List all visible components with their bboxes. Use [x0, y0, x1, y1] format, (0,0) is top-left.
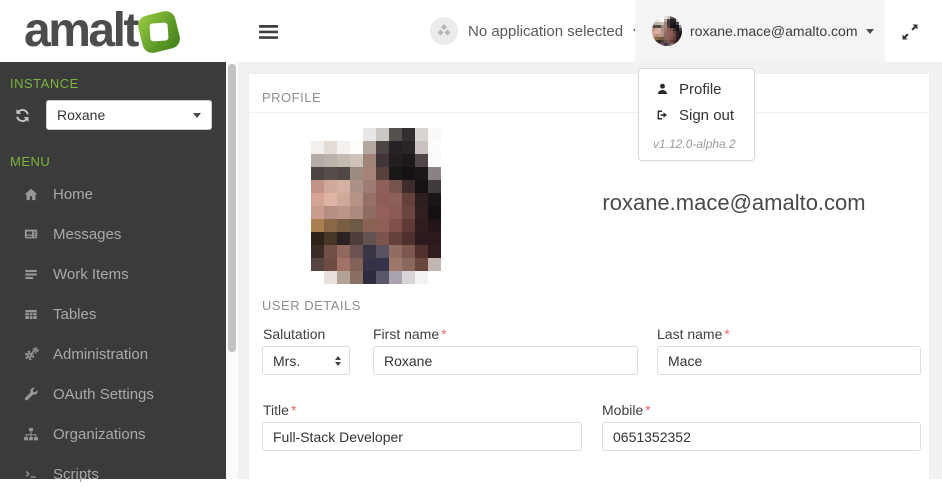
- salutation-label: Salutation: [263, 326, 325, 342]
- sidebar-scrollbar-thumb[interactable]: [228, 64, 236, 352]
- sidebar-scrollbar[interactable]: [226, 62, 238, 479]
- title-field[interactable]: [262, 422, 582, 451]
- required-marker: *: [645, 402, 650, 418]
- messages-icon: [22, 226, 40, 242]
- mobile-field[interactable]: [602, 422, 921, 451]
- sidebar-item-tables[interactable]: Tables: [0, 294, 226, 334]
- work-items-icon: [22, 266, 40, 282]
- card-title: PROFILE: [262, 90, 321, 105]
- first-name-field[interactable]: [373, 346, 638, 375]
- user-icon: [656, 82, 669, 96]
- sidebar-item-label: Scripts: [53, 466, 99, 483]
- user-menu-button[interactable]: roxane.mace@amalto.com: [635, 0, 885, 62]
- divider: [249, 112, 929, 113]
- last-name-label: Last name*: [657, 326, 730, 342]
- user-avatar: [652, 16, 682, 46]
- cubes-icon: [430, 17, 458, 45]
- sign-out-icon: [656, 108, 669, 122]
- sidebar-item-label: Messages: [53, 226, 121, 243]
- tables-icon: [22, 306, 40, 322]
- user-avatar-image: [652, 16, 682, 46]
- instance-section-label: INSTANCE: [0, 62, 226, 100]
- home-icon: [22, 186, 40, 202]
- sidebar-item-work-items[interactable]: Work Items: [0, 254, 226, 294]
- salutation-select-value: Mrs.: [273, 353, 300, 369]
- application-selector[interactable]: No application selected: [430, 0, 641, 62]
- chevron-down-icon: [193, 113, 201, 118]
- sidebar: INSTANCE Roxane MENU Home Messages: [0, 62, 226, 479]
- logo-o-icon: [136, 9, 182, 55]
- dropdown-item-sign-out[interactable]: Sign out: [639, 102, 754, 128]
- amalto-logo[interactable]: amalt: [24, 5, 178, 57]
- title-label: Title*: [263, 402, 296, 418]
- organizations-icon: [22, 426, 40, 442]
- first-name-label: First name*: [373, 326, 447, 342]
- app-version-label: v1.12.0-alpha.2: [653, 137, 754, 151]
- profile-avatar-image: [311, 128, 441, 284]
- refresh-icon[interactable]: [14, 107, 31, 124]
- sidebar-item-label: Tables: [53, 306, 96, 323]
- logo-text: amalt: [24, 5, 137, 57]
- dropdown-item-label: Profile: [679, 81, 722, 98]
- profile-email: roxane.mace@amalto.com: [539, 190, 929, 216]
- last-name-field[interactable]: [657, 346, 921, 375]
- profile-card: PROFILE roxane.mace@amalto.com USER DETA…: [248, 73, 930, 479]
- dropdown-item-label: Sign out: [679, 107, 734, 124]
- user-details-section-label: USER DETAILS: [262, 298, 361, 313]
- sidebar-item-label: Work Items: [53, 266, 129, 283]
- administration-icon: [22, 346, 40, 362]
- required-marker: *: [291, 402, 296, 418]
- instance-select-value: Roxane: [57, 107, 105, 123]
- mobile-label: Mobile*: [602, 402, 651, 418]
- sidebar-item-organizations[interactable]: Organizations: [0, 414, 226, 454]
- dropdown-item-profile[interactable]: Profile: [639, 76, 754, 102]
- instance-select[interactable]: Roxane: [46, 100, 212, 130]
- user-email-label: roxane.mace@amalto.com: [690, 23, 858, 39]
- user-dropdown-menu: Profile Sign out v1.12.0-alpha.2: [638, 68, 755, 161]
- sidebar-item-home[interactable]: Home: [0, 174, 226, 214]
- oauth-settings-icon: [22, 386, 40, 402]
- sidebar-item-label: Home: [53, 186, 93, 203]
- sidebar-item-label: Organizations: [53, 426, 146, 443]
- expand-icon[interactable]: [899, 22, 921, 42]
- top-header: amalt No application selected roxane.mac…: [0, 0, 942, 62]
- sidebar-item-scripts[interactable]: Scripts: [0, 454, 226, 494]
- sidebar-item-label: OAuth Settings: [53, 386, 154, 403]
- required-marker: *: [441, 326, 446, 342]
- application-selector-label: No application selected: [468, 23, 623, 40]
- required-marker: *: [724, 326, 729, 342]
- scripts-icon: [22, 466, 40, 482]
- sidebar-item-oauth-settings[interactable]: OAuth Settings: [0, 374, 226, 414]
- select-spinner-icon: [335, 356, 341, 366]
- sidebar-item-label: Administration: [53, 346, 148, 363]
- sidebar-item-messages[interactable]: Messages: [0, 214, 226, 254]
- salutation-select[interactable]: Mrs.: [262, 346, 350, 375]
- profile-avatar: [311, 128, 441, 284]
- chevron-down-icon: [866, 29, 874, 34]
- main-content: PROFILE roxane.mace@amalto.com USER DETA…: [238, 62, 942, 479]
- hamburger-menu-icon[interactable]: [258, 24, 280, 40]
- menu-section-label: MENU: [0, 130, 226, 174]
- sidebar-item-administration[interactable]: Administration: [0, 334, 226, 374]
